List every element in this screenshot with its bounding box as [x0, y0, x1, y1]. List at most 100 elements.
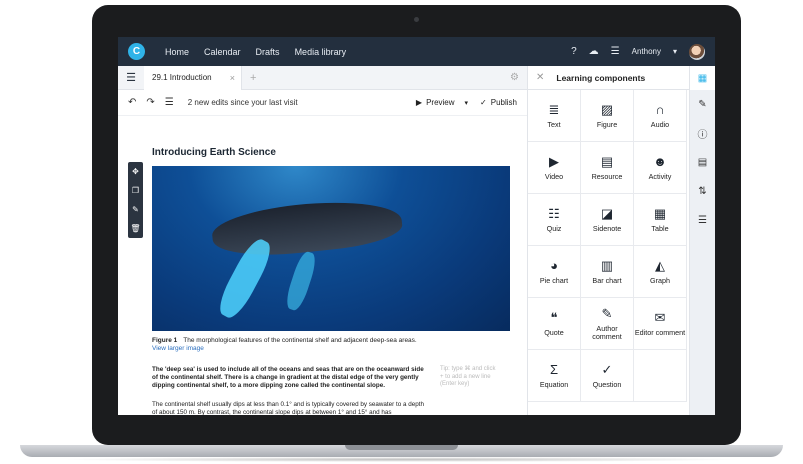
component-editor-comment[interactable]: ✉ Editor comment — [634, 298, 687, 350]
components-grid: ≣ Text ▨ Figure ∩ Audio ▶ Video ▤ Resource ☻ A… — [528, 90, 689, 402]
component-label: Quiz — [546, 223, 562, 233]
outline-list-icon[interactable]: ☰ — [118, 71, 144, 84]
pencil-icon[interactable]: ✎ — [690, 90, 716, 119]
nav-drafts[interactable]: Drafts — [256, 47, 280, 57]
component-question[interactable]: ✓ Question — [581, 350, 634, 402]
view-larger-link[interactable]: View larger image — [152, 345, 512, 353]
edits-status: 2 new edits since your last visit — [187, 98, 298, 107]
editor-tab-bar: ☰ 29.1 Introduction × + ⚙ — [118, 65, 527, 90]
document-canvas: ✥ ❐ ✎ 🗑 Introducing Earth Science Figure… — [118, 116, 527, 415]
headphones-icon: ∩ — [655, 101, 665, 117]
chevron-down-icon[interactable]: ▾ — [465, 99, 469, 107]
app-screen: C Home Calendar Drafts Media library ? ☁… — [118, 37, 715, 415]
text-icon: ≣ — [548, 101, 560, 117]
component-audio[interactable]: ∩ Audio — [634, 90, 687, 142]
top-navigation: C Home Calendar Drafts Media library ? ☁… — [118, 37, 715, 66]
area-graph-icon: ◭ — [655, 257, 665, 273]
component-label: Text — [547, 119, 561, 129]
publish-label: Publish — [490, 98, 517, 107]
redo-icon[interactable]: ↷ — [146, 97, 154, 108]
bar-chart-icon: ▥ — [600, 257, 614, 273]
laptop-notch — [345, 445, 458, 450]
paragraph-intro[interactable]: The 'deep sea' is used to include all of… — [152, 366, 427, 391]
component-video[interactable]: ▶ Video — [528, 142, 581, 194]
edit-image-icon[interactable]: ✎ — [132, 205, 139, 214]
question-list-icon[interactable]: ☰ — [690, 206, 716, 235]
editor-toolbar: ↶ ↷ ☰ 2 new edits since your last visit … — [118, 90, 527, 116]
nav-home[interactable]: Home — [165, 47, 189, 57]
component-label: Activity — [648, 171, 672, 181]
component-figure[interactable]: ▨ Figure — [581, 90, 634, 142]
component-graph[interactable]: ◭ Graph — [634, 246, 687, 298]
component-quote[interactable]: ❝ Quote — [528, 298, 581, 350]
pie-chart-icon: ◕ — [550, 257, 558, 273]
notes-icon[interactable]: ▤ — [690, 148, 716, 177]
play-icon: ▶ — [549, 153, 559, 169]
tab-introduction[interactable]: 29.1 Introduction × — [144, 65, 242, 90]
changes-icon[interactable]: ☰ — [165, 97, 174, 108]
info-icon[interactable]: ⓘ — [690, 119, 716, 148]
components-grid-icon[interactable]: ▦ — [689, 66, 715, 90]
close-icon[interactable]: ✕ — [536, 72, 544, 83]
nav-calendar[interactable]: Calendar — [204, 47, 241, 57]
component-quiz[interactable]: ☷ Quiz — [528, 194, 581, 246]
undo-icon[interactable]: ↶ — [128, 97, 136, 108]
chevron-down-icon[interactable]: ▾ — [673, 47, 677, 56]
component-equation[interactable]: Σ Equation — [528, 350, 581, 402]
component-sidenote[interactable]: ◪ Sidenote — [581, 194, 634, 246]
close-icon[interactable]: × — [230, 73, 235, 83]
figure-label: Figure 1 — [152, 337, 178, 344]
publish-button[interactable]: ✓ Publish — [480, 98, 517, 107]
component-label: Resource — [591, 171, 623, 181]
help-icon[interactable]: ? — [571, 46, 577, 57]
cloud-icon[interactable]: ☁ — [589, 46, 599, 57]
component-label: Graph — [650, 275, 670, 285]
block-tools: ✥ ❐ ✎ 🗑 — [128, 162, 143, 238]
checklist-icon[interactable]: ☰ — [611, 46, 620, 57]
nav-media-library[interactable]: Media library — [295, 47, 347, 57]
activity-icon: ☻ — [653, 153, 667, 169]
tab-label: 29.1 Introduction — [152, 73, 212, 82]
gear-icon[interactable]: ⚙ — [510, 72, 519, 83]
user-name[interactable]: Anthony — [632, 47, 661, 56]
duplicate-icon[interactable]: ❐ — [132, 186, 139, 195]
figure-caption: Figure 1 The morphological features of th… — [152, 337, 512, 353]
add-tab-icon[interactable]: + — [250, 72, 256, 84]
laptop-frame: C Home Calendar Drafts Media library ? ☁… — [0, 0, 803, 464]
preview-button[interactable]: ▶ Preview ▾ — [416, 98, 468, 107]
sigma-icon: Σ — [549, 361, 559, 377]
component-bar-chart[interactable]: ▥ Bar chart — [581, 246, 634, 298]
preview-label: Preview — [426, 98, 455, 107]
paragraph-body[interactable]: The continental shelf usually dips at le… — [152, 401, 427, 415]
figure-image-whale[interactable] — [152, 166, 510, 331]
component-resource[interactable]: ▤ Resource — [581, 142, 634, 194]
table-icon: ▦ — [653, 205, 667, 221]
component-table[interactable]: ▦ Table — [634, 194, 687, 246]
component-label: Table — [651, 223, 669, 233]
component-author-comment[interactable]: ✎ Author comment — [581, 298, 634, 350]
pen-icon: ✎ — [601, 305, 613, 321]
sort-icon[interactable]: ⇅ — [690, 177, 716, 206]
component-label: Author comment — [592, 323, 622, 341]
whale-fin-rear — [283, 249, 319, 313]
document-title[interactable]: Introducing Earth Science — [152, 147, 276, 158]
webcam — [414, 17, 419, 22]
move-icon[interactable]: ✥ — [132, 167, 139, 176]
component-label: Equation — [539, 379, 569, 389]
trash-icon[interactable]: 🗑 — [130, 224, 140, 233]
sidenote-icon: ◪ — [600, 205, 614, 221]
panel-header: ✕ Learning components — [528, 66, 689, 90]
component-label: Quote — [544, 327, 564, 337]
app-logo[interactable]: C — [128, 43, 145, 60]
component-text[interactable]: ≣ Text — [528, 90, 581, 142]
component-label: Audio — [650, 119, 670, 129]
component-pie-chart[interactable]: ◕ Pie chart — [528, 246, 581, 298]
component-label: Figure — [596, 119, 618, 129]
image-icon: ▨ — [600, 101, 614, 117]
learning-components-panel: ✕ Learning components ≣ Text ▨ Figure ∩ Aud… — [527, 66, 689, 415]
avatar[interactable] — [689, 43, 705, 60]
component-activity[interactable]: ☻ Activity — [634, 142, 687, 194]
panel-title: Learning components — [556, 72, 646, 83]
check-circle-icon: ✓ — [601, 361, 613, 377]
component-label: Bar chart — [592, 275, 622, 285]
